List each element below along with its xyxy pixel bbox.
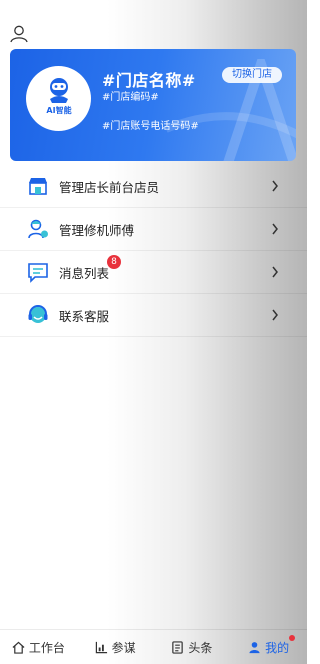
menu-item-manage-staff[interactable]: 管理店长前台店员: [0, 165, 307, 208]
store-logo: AI智能: [26, 66, 91, 131]
tab-label: 工作台: [28, 640, 65, 655]
tab-headlines[interactable]: 头条: [154, 630, 231, 664]
home-icon: [12, 641, 25, 654]
tab-label: 头条: [188, 640, 213, 655]
menu-item-messages[interactable]: 消息列表 8: [0, 251, 307, 294]
news-icon: [172, 640, 184, 654]
chevron-right-icon: [272, 266, 278, 278]
tab-workbench[interactable]: 工作台: [0, 630, 77, 664]
robot-icon: AI智能: [46, 77, 71, 115]
switch-store-button[interactable]: 切换门店: [222, 67, 282, 83]
chevron-right-icon: [272, 223, 278, 235]
menu-item-label: 联系客服: [59, 308, 110, 324]
chart-icon: [95, 641, 107, 653]
chevron-right-icon: [272, 309, 278, 321]
store-icon: [29, 178, 47, 195]
store-code: #门店编码#: [102, 92, 159, 103]
store-card: AI智能 #门店名称# #门店编码# #门店账号电话号码# 切换门店: [10, 49, 296, 161]
technician-icon: [28, 219, 48, 239]
headset-icon: [28, 305, 48, 323]
tab-label: 我的: [265, 640, 290, 655]
menu-item-label: 管理店长前台店员: [59, 179, 160, 195]
user-profile-icon[interactable]: [9, 24, 29, 44]
menu-list: 管理店长前台店员 管理修机师傅 消息列表 8 联系客服: [0, 165, 307, 337]
tab-label: 参谋: [111, 640, 136, 655]
logo-text: AI智能: [46, 105, 71, 115]
unread-badge: 8: [107, 255, 121, 269]
store-phone: #门店账号电话号码#: [102, 121, 199, 132]
menu-item-manage-technicians[interactable]: 管理修机师傅: [0, 208, 307, 251]
bottom-tab-bar: 工作台 参谋 头条 我的: [0, 629, 307, 664]
user-icon: [249, 641, 260, 653]
tab-advisor[interactable]: 参谋: [77, 630, 154, 664]
chevron-right-icon: [272, 180, 278, 192]
menu-item-label: 消息列表: [59, 265, 110, 281]
menu-item-customer-service[interactable]: 联系客服: [0, 294, 307, 337]
notification-dot: [289, 635, 295, 641]
tab-mine[interactable]: 我的: [230, 630, 307, 664]
message-icon: [28, 263, 48, 283]
menu-item-label: 管理修机师傅: [59, 222, 135, 238]
